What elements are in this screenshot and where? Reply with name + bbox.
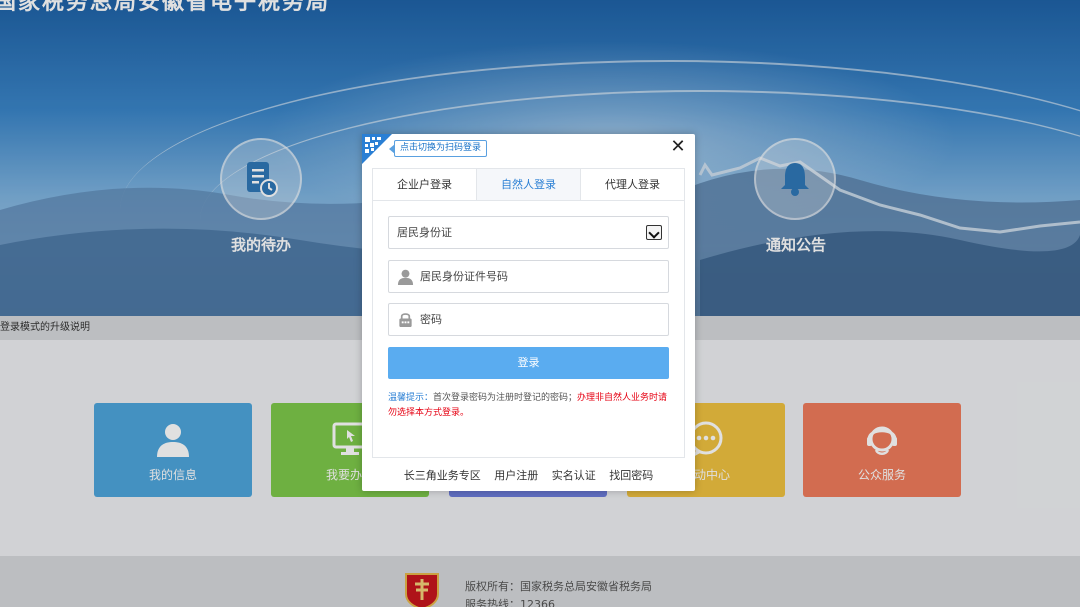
id-number-placeholder: 居民身份证件号码 bbox=[420, 270, 508, 283]
tab-agent-login[interactable]: 代理人登录 bbox=[581, 169, 684, 200]
lock-icon bbox=[399, 313, 412, 328]
qr-code-icon[interactable] bbox=[362, 134, 392, 164]
link-recover-password[interactable]: 找回密码 bbox=[609, 469, 653, 482]
login-modal: 点击切换为扫码登录 ✕ 企业户登录 自然人登录 代理人登录 居民身份证 居民身份… bbox=[362, 134, 695, 491]
close-icon[interactable]: ✕ bbox=[669, 138, 687, 156]
login-panel: 企业户登录 自然人登录 代理人登录 居民身份证 居民身份证件号码 密码 登录 温… bbox=[372, 168, 685, 458]
id-type-select[interactable]: 居民身份证 bbox=[388, 216, 669, 249]
link-yangtze-delta-zone[interactable]: 长三角业务专区 bbox=[404, 469, 481, 482]
tab-individual-login[interactable]: 自然人登录 bbox=[476, 169, 581, 200]
password-placeholder: 密码 bbox=[420, 313, 442, 326]
login-tip: 温馨提示：首次登录密码为注册时登记的密码；办理非自然人业务时请勿选择本方式登录。 bbox=[388, 391, 669, 421]
login-tabs: 企业户登录 自然人登录 代理人登录 bbox=[373, 169, 684, 201]
link-user-register[interactable]: 用户注册 bbox=[494, 469, 538, 482]
id-number-input[interactable]: 居民身份证件号码 bbox=[388, 260, 669, 293]
link-real-name-auth[interactable]: 实名认证 bbox=[552, 469, 596, 482]
tip-text: 首次登录密码为注册时登记的密码； bbox=[433, 393, 578, 403]
qr-login-hint[interactable]: 点击切换为扫码登录 bbox=[388, 140, 488, 157]
tip-label: 温馨提示： bbox=[388, 393, 434, 403]
user-icon bbox=[397, 269, 414, 285]
tab-enterprise-login[interactable]: 企业户登录 bbox=[373, 169, 476, 200]
login-button[interactable]: 登录 bbox=[388, 347, 669, 379]
password-input[interactable]: 密码 bbox=[388, 303, 669, 336]
chevron-down-icon[interactable] bbox=[646, 225, 662, 240]
modal-footer-links: 长三角业务专区 用户注册 实名认证 找回密码 bbox=[362, 467, 695, 483]
id-type-value: 居民身份证 bbox=[397, 226, 452, 239]
